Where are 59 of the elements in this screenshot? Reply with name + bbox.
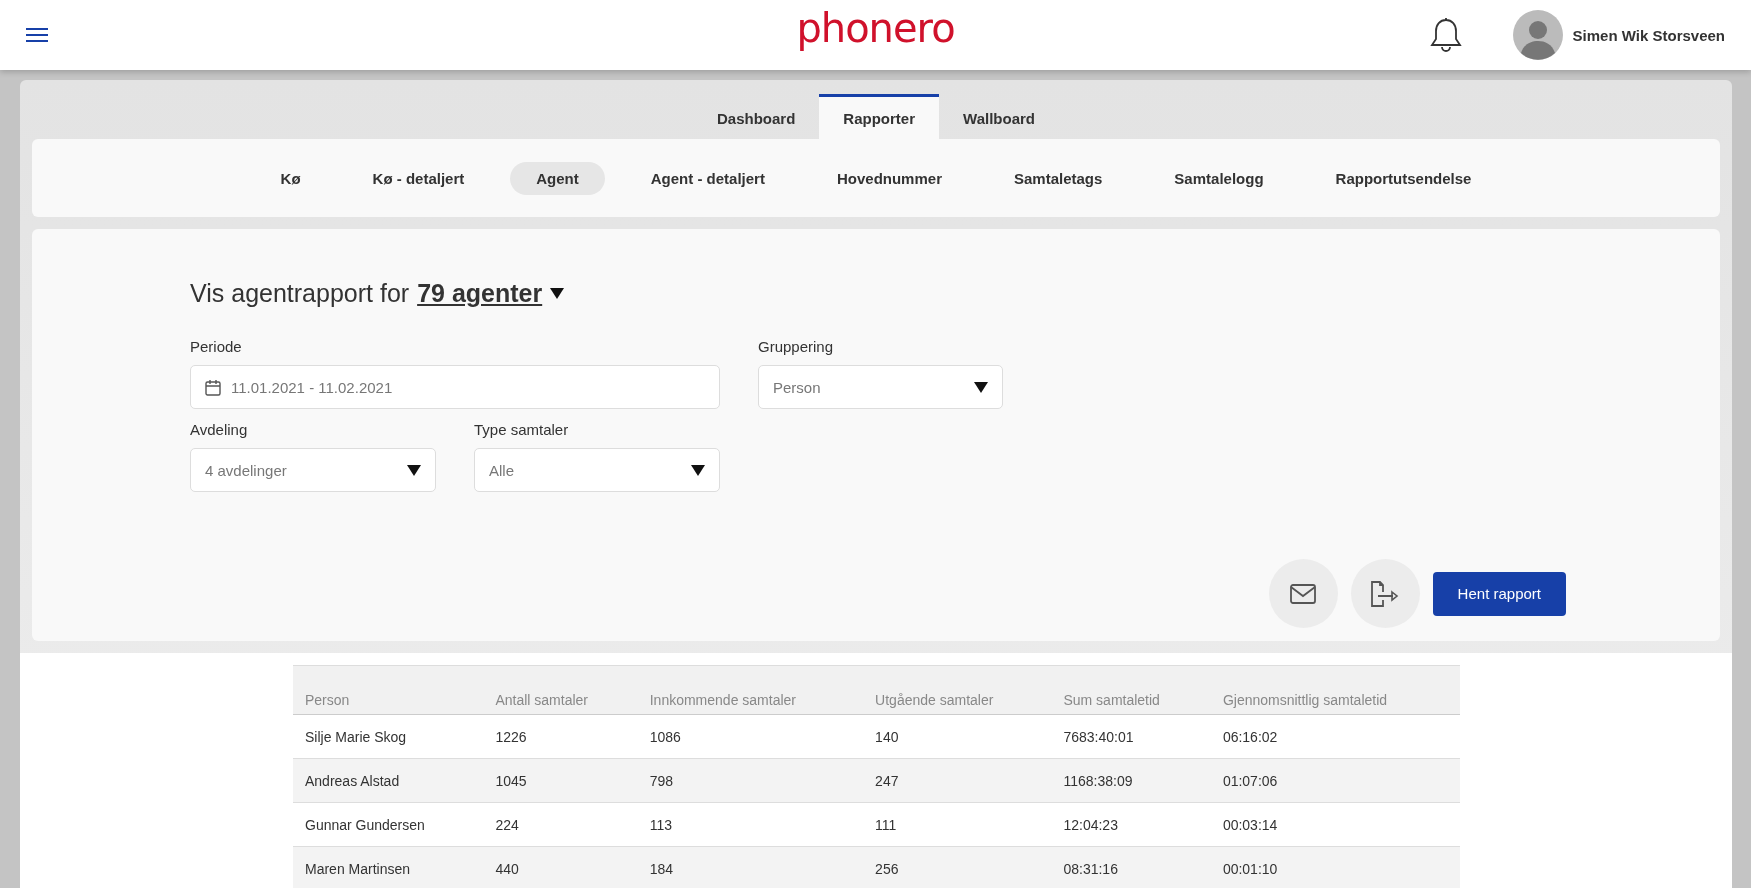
table-cell: 440: [483, 846, 638, 888]
table-cell: 00:01:10: [1210, 846, 1460, 888]
table-cell: 01:07:06: [1210, 758, 1460, 803]
dropdown-field[interactable]: Alle: [474, 448, 720, 492]
table-cell: 256: [863, 846, 1052, 888]
report-title: Vis agentrapport for: [190, 279, 410, 308]
table-cell: 1086: [637, 714, 864, 759]
table-cell: 12:04:23: [1051, 802, 1211, 847]
table-cell: 184: [637, 846, 864, 888]
avatar-icon[interactable]: [1512, 10, 1563, 60]
nav-tab[interactable]: Rapporter: [819, 94, 940, 139]
notifications-button[interactable]: [1428, 17, 1463, 53]
report-tab[interactable]: Samtalelogg: [1148, 161, 1290, 195]
field-label: Gruppering: [758, 338, 835, 355]
table-cell: 113: [637, 802, 864, 847]
field-label: Avdeling: [190, 421, 249, 438]
nav-tab[interactable]: Dashboard: [693, 94, 820, 139]
dropdown-field[interactable]: Person: [758, 365, 1003, 409]
report-tab[interactable]: Rapportutsendelse: [1309, 161, 1498, 195]
envelope-icon: [1290, 583, 1317, 604]
table-cell: 1045: [483, 758, 638, 803]
table-cell: 7683:40:01: [1051, 714, 1211, 759]
report-tab[interactable]: Hovednummer: [810, 161, 968, 195]
nav-tab[interactable]: Wallboard: [939, 94, 1059, 139]
table-cell: Maren Martinsen: [293, 846, 484, 888]
table-cell: 00:03:14: [1210, 802, 1460, 847]
table-cell: 1226: [483, 714, 638, 759]
menu-button[interactable]: [26, 27, 48, 43]
caret-down-icon: [550, 288, 565, 299]
report-tab[interactable]: Samtaletags: [988, 161, 1129, 195]
file-export-icon: [1370, 579, 1401, 608]
table-cell: 140: [863, 714, 1052, 759]
field-label: Periode: [190, 338, 243, 355]
report-tab[interactable]: Kø: [254, 161, 327, 195]
menu-icon: [26, 27, 48, 43]
table-cell: Gunnar Gundersen: [293, 802, 484, 847]
table-cell: 08:31:16: [1051, 846, 1211, 888]
user-name[interactable]: Simen Wik Storsveen: [1572, 26, 1725, 44]
field-label: Type samtaler: [474, 421, 570, 438]
table-cell: 1168:38:09: [1051, 758, 1211, 803]
table-cell: 224: [483, 802, 638, 847]
report-tab[interactable]: Agent - detaljert: [624, 161, 791, 195]
table-cell: Andreas Alstad: [293, 758, 484, 803]
caret-down-icon: [974, 381, 988, 393]
agents-link[interactable]: 79 agenter: [417, 279, 543, 308]
table-cell: 247: [863, 758, 1052, 803]
report-tab[interactable]: Agent: [510, 161, 605, 195]
table-cell: Silje Marie Skog: [293, 714, 484, 759]
table-cell: 798: [637, 758, 864, 803]
fetch-report-button[interactable]: Hent rapport: [1432, 571, 1566, 616]
caret-down-icon: [407, 464, 421, 476]
table-cell: 06:16:02: [1210, 714, 1460, 759]
dropdown-field[interactable]: 4 avdelinger: [190, 448, 436, 492]
calendar-icon: [205, 378, 221, 396]
report-tab[interactable]: Kø - detaljert: [346, 161, 491, 195]
table-cell: 111: [863, 802, 1052, 847]
date-range-field[interactable]: 11.01.2021 - 11.02.2021: [190, 365, 720, 409]
bell-icon: [1428, 17, 1463, 53]
caret-down-icon: [691, 464, 705, 476]
